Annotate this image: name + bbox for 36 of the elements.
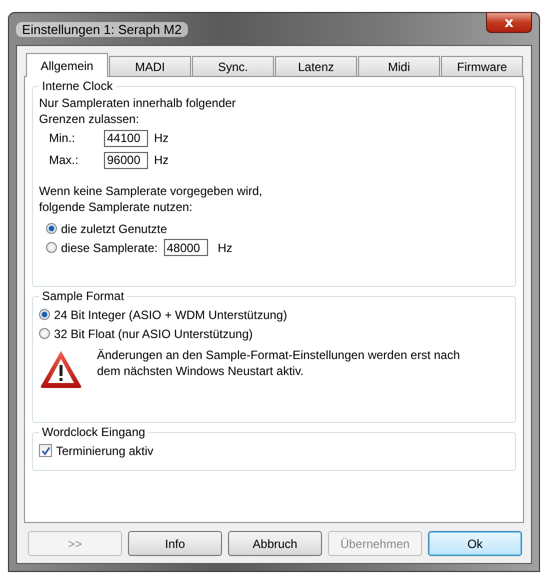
radio-label[interactable]: 24 Bit Integer (ASIO + WDM Unterstützung): [54, 308, 288, 322]
unit-label: Hz: [154, 153, 169, 167]
tab[interactable]: MADI: [109, 56, 191, 76]
warning-text: Änderungen an den Sample-Format-Einstellungen werden erst nach dem nächsten Windows Neustart aktiv.: [97, 347, 461, 380]
dialog-button[interactable]: Info: [128, 531, 222, 556]
radio-button[interactable]: [39, 309, 50, 320]
tab[interactable]: Allgemein: [26, 53, 108, 77]
input-field[interactable]: 96000: [104, 152, 148, 168]
unit-label: Hz: [218, 240, 232, 254]
radio-label[interactable]: die zuletzt Genutzte: [61, 222, 168, 236]
checkbox[interactable]: [39, 444, 52, 457]
group-title: Wordclock Eingang: [41, 425, 146, 439]
description-text: Nur Sampleraten innerhalb folgender Grenzen zulassen:: [39, 95, 237, 127]
field-label: Max.:: [49, 153, 80, 167]
radio-button[interactable]: [46, 223, 57, 234]
tab[interactable]: Firmware: [441, 56, 523, 76]
dialog-button[interactable]: Ok: [428, 531, 522, 556]
radio-button[interactable]: [46, 242, 57, 253]
dialog-button[interactable]: Abbruch: [228, 531, 322, 556]
radio-button[interactable]: [39, 328, 50, 339]
input-field[interactable]: 44100: [104, 130, 148, 146]
input-field[interactable]: 48000: [164, 239, 208, 256]
group-title: Sample Format: [41, 289, 126, 303]
group-title: Interne Clock: [41, 79, 114, 93]
unit-label: Hz: [154, 131, 169, 145]
close-button[interactable]: x: [486, 12, 532, 33]
description-text: Wenn keine Samplerate vorgegeben wird, folgende Samplerate nutzen:: [39, 183, 264, 215]
radio-label[interactable]: 32 Bit Float (nur ASIO Unterstützung): [54, 326, 253, 340]
tab[interactable]: Latenz: [275, 56, 357, 76]
tab[interactable]: Sync.: [192, 56, 274, 76]
tab[interactable]: Midi: [358, 56, 440, 76]
warning-icon: [39, 349, 83, 389]
field-label: Min.:: [49, 131, 76, 145]
checkbox-label[interactable]: Terminierung aktiv: [56, 444, 154, 458]
radio-label[interactable]: diese Samplerate:: [61, 240, 158, 254]
window-title: Einstellungen 1: Seraph M2: [16, 22, 188, 37]
